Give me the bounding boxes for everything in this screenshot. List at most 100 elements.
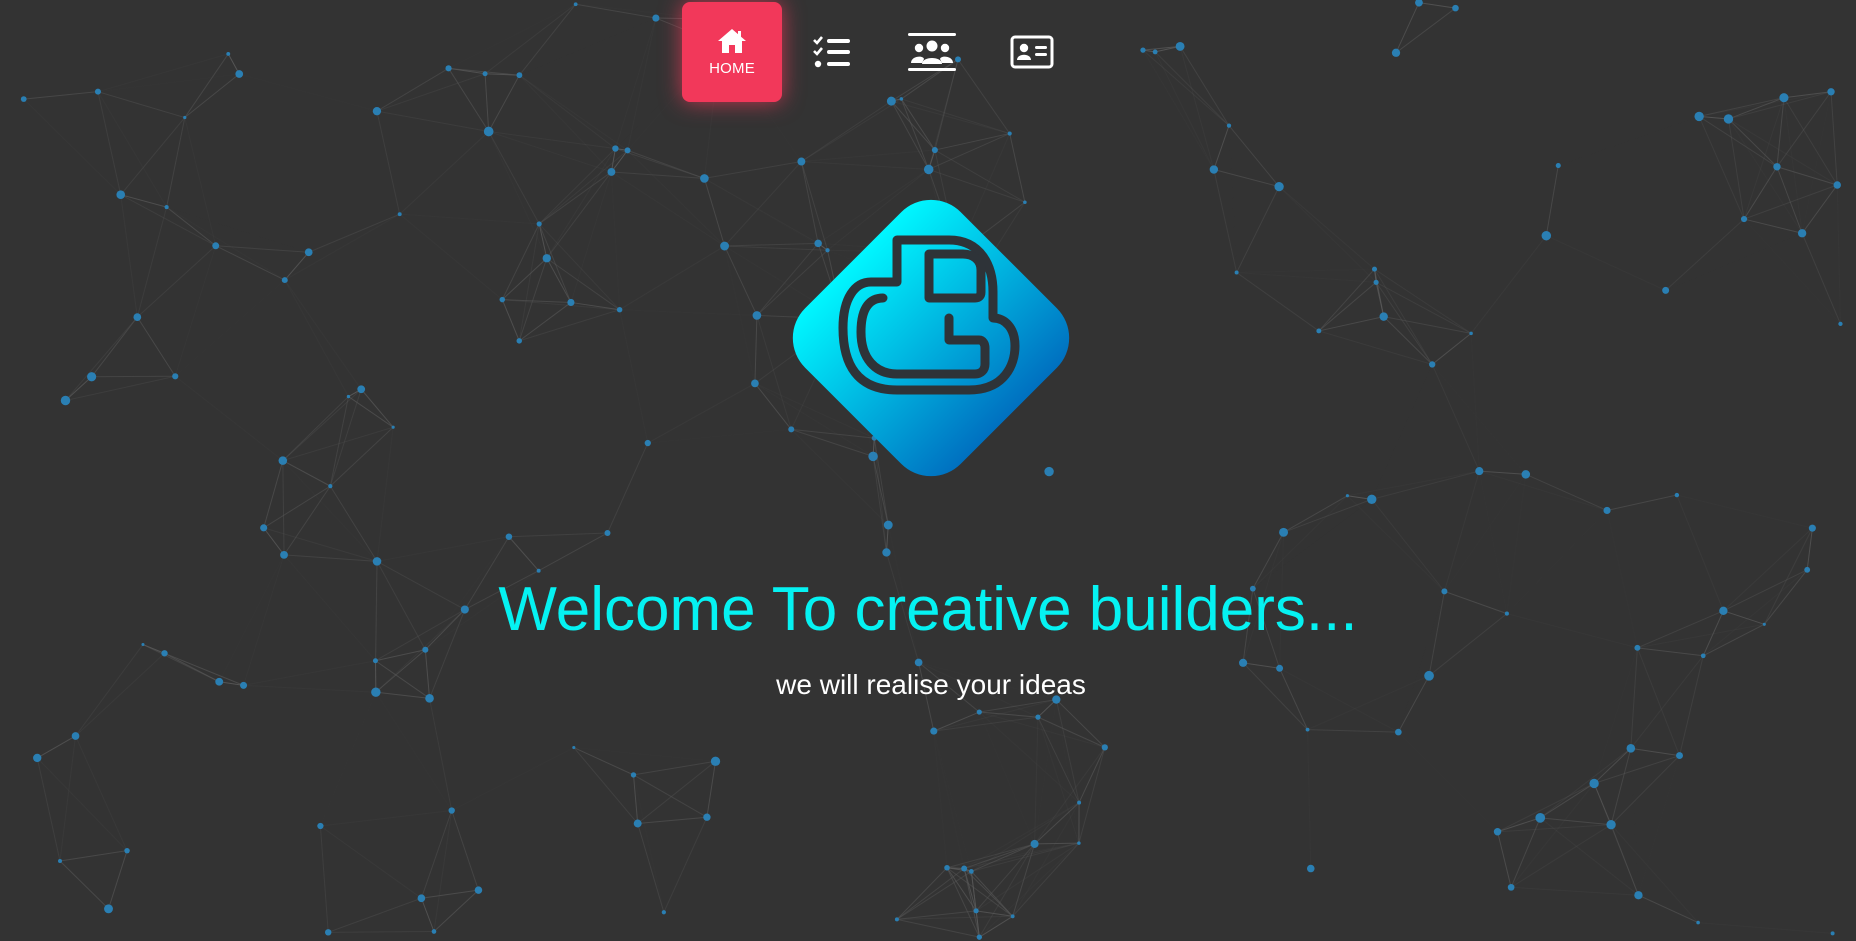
network-line: [1728, 118, 1778, 168]
nav-team-button[interactable]: [882, 2, 982, 102]
network-line: [23, 98, 122, 196]
network-line: [574, 748, 716, 762]
network-line: [538, 223, 572, 303]
network-line: [1728, 91, 1832, 120]
network-line: [1142, 49, 1215, 170]
network-line: [283, 485, 331, 556]
network-node: [1395, 728, 1402, 736]
network-line: [1397, 731, 1498, 833]
network-line: [663, 817, 708, 913]
network-line: [1558, 116, 1699, 165]
network-node: [1238, 658, 1248, 667]
network-node: [1274, 181, 1284, 192]
network-node: [536, 221, 542, 227]
network-line: [1743, 184, 1838, 220]
network-line: [890, 100, 936, 151]
network-node: [304, 248, 313, 257]
network-line: [896, 867, 948, 920]
network-node: [1507, 883, 1515, 891]
network-line: [619, 245, 725, 311]
network-line: [538, 148, 616, 225]
network-node: [1373, 279, 1379, 285]
network-line: [1610, 748, 1632, 825]
network-line: [1278, 186, 1375, 270]
network-node: [71, 732, 80, 740]
network-line: [933, 730, 965, 869]
network-node: [60, 395, 71, 406]
network-line: [309, 252, 362, 389]
network-line: [136, 316, 176, 377]
network-line: [1497, 831, 1512, 888]
network-node: [1827, 88, 1835, 96]
network-node: [1077, 800, 1082, 805]
network-line: [36, 757, 61, 862]
network-line: [508, 536, 540, 572]
network-line: [376, 110, 489, 132]
network-node: [328, 484, 333, 489]
network-node: [542, 254, 551, 263]
network-node: [572, 745, 576, 750]
network-line: [488, 74, 520, 132]
network-line: [1236, 272, 1320, 332]
network-line: [1236, 272, 1377, 283]
network-line: [319, 825, 329, 933]
network-line: [1545, 165, 1559, 236]
network-node: [20, 96, 27, 102]
nav-contact-button[interactable]: [982, 2, 1082, 102]
network-line: [619, 309, 649, 444]
network-node: [973, 908, 979, 914]
network-line: [637, 760, 716, 824]
nav-services-button[interactable]: [782, 2, 882, 102]
network-line: [215, 245, 309, 253]
network-line: [283, 554, 378, 562]
network-node: [482, 71, 488, 77]
network-node: [703, 813, 711, 821]
network-line: [282, 460, 331, 487]
network-node: [1723, 114, 1734, 124]
network-node: [976, 934, 983, 940]
network-node: [1674, 492, 1680, 498]
network-line: [320, 825, 422, 899]
network-node: [1797, 229, 1807, 238]
network-node: [644, 439, 651, 447]
nav-home-button[interactable]: HOME: [682, 2, 782, 102]
network-node: [357, 385, 366, 394]
network-node: [183, 115, 187, 120]
network-node: [1415, 0, 1423, 7]
network-node: [397, 212, 402, 217]
network-node: [1606, 820, 1616, 830]
network-node: [372, 106, 382, 116]
network-node: [1101, 744, 1108, 751]
network-node: [474, 886, 483, 894]
network-line: [421, 889, 479, 899]
network-line: [166, 206, 217, 247]
network-line: [637, 823, 665, 913]
network-line: [65, 376, 92, 401]
network-line: [1012, 802, 1080, 917]
network-node: [1833, 181, 1841, 189]
network-line: [1431, 364, 1480, 472]
network-node: [1452, 4, 1459, 12]
network-node: [94, 88, 101, 95]
network-node: [1007, 131, 1012, 136]
network-node: [483, 126, 494, 137]
network-node: [1830, 931, 1835, 936]
network-line: [284, 251, 310, 281]
network-line: [1637, 647, 1704, 657]
network-node: [161, 650, 168, 657]
network-node: [164, 205, 169, 210]
network-node: [1603, 506, 1611, 515]
network-node: [633, 819, 642, 828]
network-line: [538, 532, 608, 572]
network-node: [1662, 286, 1670, 294]
network-line: [1418, 2, 1456, 9]
hero-headline: Welcome To creative builders...: [498, 575, 1358, 644]
network-node: [1541, 230, 1552, 241]
network-node: [505, 533, 513, 541]
network-line: [1229, 126, 1237, 273]
network-line: [215, 245, 285, 281]
network-node: [1634, 891, 1643, 900]
network-line: [166, 206, 286, 281]
network-line: [376, 536, 510, 562]
network-line: [97, 53, 229, 93]
